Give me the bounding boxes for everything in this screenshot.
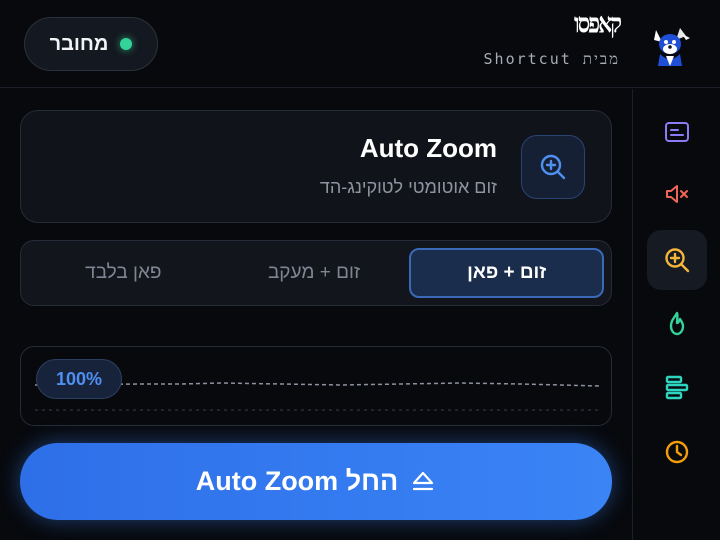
tools-sidebar bbox=[632, 89, 720, 540]
zoom-preview-panel: 100% bbox=[20, 346, 612, 426]
apply-auto-zoom-button[interactable]: החל Auto Zoom bbox=[20, 443, 612, 520]
card-description: זום אוטומטי לטוקינג-הד bbox=[319, 177, 497, 197]
brand-logo-text: קאפסו bbox=[573, 8, 622, 40]
zoom-mode-selector: זום + פאן זום + מעקב פאן בלבד bbox=[20, 240, 612, 306]
dog-mascot-icon bbox=[654, 28, 690, 66]
sidebar-item-subtitles[interactable] bbox=[647, 102, 707, 162]
card-icon-tile bbox=[521, 135, 585, 199]
layout-bars-icon bbox=[665, 375, 689, 400]
sidebar-item-history[interactable] bbox=[647, 422, 707, 482]
flame-icon bbox=[669, 311, 685, 336]
mode-option-pan-only[interactable]: פאן בלבד bbox=[28, 248, 219, 298]
sidebar-item-layout[interactable] bbox=[647, 357, 707, 417]
sidebar-item-effects[interactable] bbox=[647, 294, 707, 354]
sidebar-item-auto-zoom[interactable] bbox=[647, 230, 707, 290]
card-title: Auto Zoom bbox=[359, 133, 497, 163]
brand-subtitle: Shortcut מבית bbox=[484, 50, 620, 69]
connection-status-pill: מחובר bbox=[24, 17, 158, 71]
sidebar-item-mute[interactable] bbox=[647, 164, 707, 224]
status-dot-icon bbox=[120, 38, 133, 50]
eject-icon bbox=[413, 471, 434, 490]
app-window: מחובר קאפסו Shortcut מבית Auto Zoom זום … bbox=[0, 0, 720, 540]
mute-icon bbox=[666, 185, 688, 203]
auto-zoom-card: Auto Zoom זום אוטומטי לטוקינג-הד bbox=[20, 110, 612, 223]
apply-button-label: החל Auto Zoom bbox=[195, 466, 399, 496]
connection-status-label: מחובר bbox=[49, 32, 109, 55]
brand-subtitle-he: מבית bbox=[582, 50, 620, 68]
mode-option-zoom-track[interactable]: זום + מעקב bbox=[219, 248, 410, 298]
zoom-level-badge: 100% bbox=[36, 359, 122, 399]
brand-subtitle-en: Shortcut bbox=[483, 50, 572, 68]
mode-option-zoom-pan[interactable]: זום + פאן bbox=[409, 248, 604, 298]
zoom-in-icon bbox=[665, 248, 690, 273]
clock-icon bbox=[665, 440, 689, 464]
zoom-in-icon bbox=[540, 154, 566, 180]
brand: קאפסו Shortcut מבית bbox=[484, 9, 622, 69]
subtitles-icon bbox=[665, 122, 689, 142]
header: מחובר קאפסו Shortcut מבית bbox=[0, 0, 720, 88]
